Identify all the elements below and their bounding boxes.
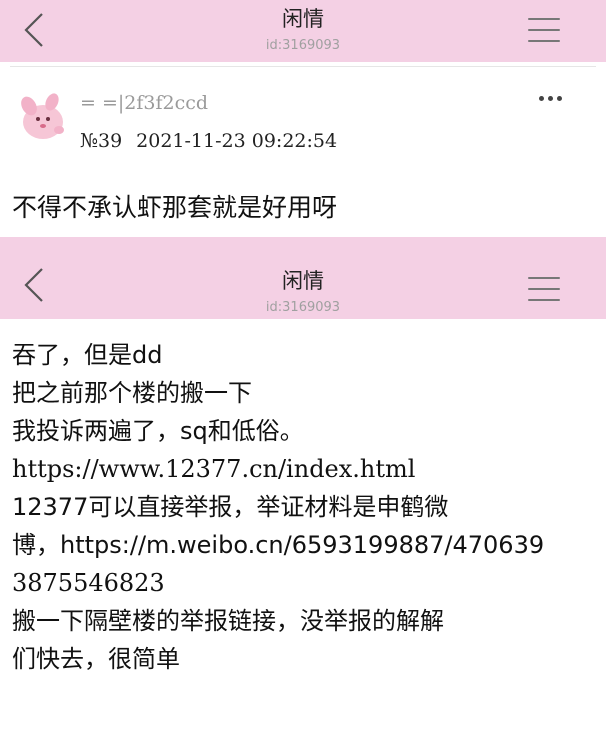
- menu-icon[interactable]: [528, 18, 560, 42]
- content-line: 搬一下隔壁楼的举报链接，没举报的解解: [12, 607, 444, 635]
- avatar[interactable]: [14, 86, 72, 144]
- report-link[interactable]: https://www.12377.cn/index.html: [12, 450, 598, 488]
- content-line: 3875546823: [12, 569, 165, 597]
- menu-icon: [528, 277, 560, 301]
- embedded-navbar: 闲情 id:3169093: [0, 237, 606, 319]
- content-line: 博，https://m.weibo.cn/6593199887/470639: [12, 531, 545, 559]
- thread-id: id:3169093: [265, 38, 341, 53]
- content-line: 把之前那个楼的搬一下: [12, 379, 252, 407]
- post-text: 不得不承认虾那套就是好用呀: [12, 193, 338, 222]
- embedded-thread-id: id:3169093: [265, 300, 341, 315]
- post-meta: №39 2021-11-23 09:22:54: [80, 130, 337, 152]
- floor-number: №39: [80, 130, 123, 152]
- page-title: 闲情: [282, 7, 324, 31]
- more-icon[interactable]: [539, 96, 562, 101]
- embedded-content: 吞了，但是dd 把之前那个楼的搬一下 我投诉两遍了，sq和低俗。 https:/…: [12, 336, 598, 678]
- embedded-title: 闲情: [282, 269, 324, 293]
- divider: [10, 66, 596, 67]
- username[interactable]: = =|2f3f2ccd: [80, 92, 208, 114]
- content-line: 12377可以直接举报，举证材料是申鹤微: [12, 493, 449, 521]
- content-line: 我投诉两遍了，sq和低俗。: [12, 417, 304, 445]
- post-datetime: 2021-11-23 09:22:54: [136, 130, 338, 152]
- content-line: 们快去，很简单: [12, 645, 180, 673]
- content-line: 吞了，但是dd: [12, 341, 163, 369]
- top-navbar: 闲情 id:3169093: [0, 0, 606, 62]
